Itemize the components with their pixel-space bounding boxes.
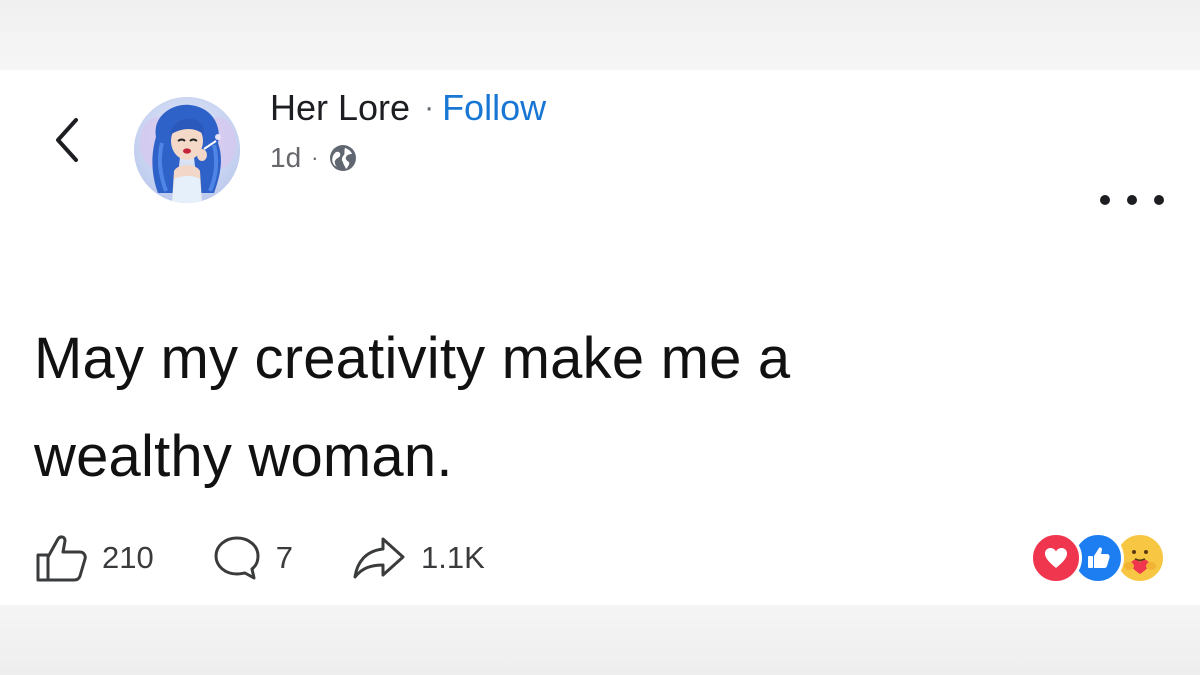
post-text-line: May my creativity make me a bbox=[34, 326, 791, 391]
share-button[interactable]: 1.1K bbox=[351, 535, 485, 581]
post-meta: 1d · bbox=[270, 140, 358, 176]
avatar-illustration bbox=[134, 97, 240, 203]
follow-button[interactable]: Follow bbox=[442, 87, 546, 129]
like-count: 210 bbox=[102, 540, 154, 575]
comment-count: 7 bbox=[275, 540, 293, 575]
post-timestamp[interactable]: 1d bbox=[270, 142, 301, 174]
post-text: May my creativity make me a wealthy woma… bbox=[34, 310, 1154, 506]
more-options-icon bbox=[1127, 195, 1137, 205]
love-reaction-icon bbox=[1030, 532, 1082, 584]
meta-separator: · bbox=[311, 145, 319, 170]
bottom-background bbox=[0, 605, 1200, 675]
more-options-button[interactable] bbox=[1100, 182, 1164, 218]
share-count: 1.1K bbox=[420, 540, 485, 575]
action-bar: 210 7 1.1K bbox=[34, 528, 543, 588]
comment-icon bbox=[214, 536, 260, 580]
globe-icon bbox=[330, 145, 357, 171]
top-background bbox=[0, 0, 1200, 70]
author-row: Her Lore · Follow bbox=[270, 86, 546, 130]
thumbs-up-icon bbox=[36, 535, 87, 582]
name-separator: · bbox=[424, 91, 435, 124]
author-name[interactable]: Her Lore bbox=[270, 87, 410, 129]
more-options-icon bbox=[1100, 195, 1110, 205]
share-icon bbox=[353, 537, 405, 579]
comment-button[interactable]: 7 bbox=[212, 534, 293, 582]
post-text-line: wealthy woman. bbox=[34, 424, 453, 489]
more-options-icon bbox=[1154, 195, 1164, 205]
back-button[interactable] bbox=[44, 112, 88, 168]
avatar[interactable] bbox=[134, 97, 240, 203]
like-button[interactable]: 210 bbox=[34, 533, 154, 583]
chevron-left-icon bbox=[56, 118, 78, 162]
reaction-summary[interactable] bbox=[1030, 532, 1166, 584]
